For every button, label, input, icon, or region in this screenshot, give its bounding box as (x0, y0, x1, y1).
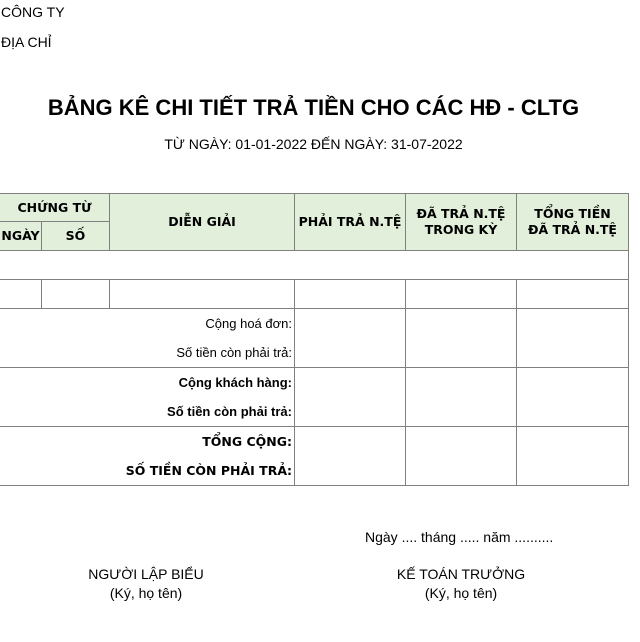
preparer-note: (Ký, họ tên) (109, 585, 183, 601)
customer-summary-labels: Cộng khách hàng: Số tiền còn phải trả: (0, 367, 295, 427)
col-number: SỐ (41, 221, 110, 251)
grand-summary-paid-period (405, 426, 517, 486)
company-label: CÔNG TY (1, 4, 65, 20)
accountant-title: KẾ TOÁN TRƯỞNG (396, 566, 526, 582)
table-row (0, 279, 629, 309)
invoice-summary-labels: Cộng hoá đơn: Số tiền còn phải trả: (0, 308, 295, 368)
grand-summary-total-paid (516, 426, 629, 486)
signature-date-line: Ngày .... tháng ..... năm .......... (365, 529, 554, 545)
col-voucher-group: CHỨNG TỪ (0, 193, 110, 222)
customer-total-label: Cộng khách hàng: (178, 375, 292, 390)
grand-summary-labels: TỔNG CỘNG: SỐ TIỀN CÒN PHẢI TRẢ: (0, 426, 295, 486)
cell-paid-fc-period (405, 279, 517, 309)
invoice-summary-payable (294, 308, 406, 368)
col-total-paid-fc: TỔNG TIỀN ĐÃ TRẢ N.TỆ (516, 193, 629, 251)
cell-payable-fc (294, 279, 406, 309)
invoice-summary-paid-period (405, 308, 517, 368)
grand-remaining-label: SỐ TIỀN CÒN PHẢI TRẢ: (125, 463, 292, 478)
preparer-signature-block: NGƯỜI LẬP BIỂU (Ký, họ tên) (56, 565, 236, 603)
customer-summary-row: Cộng khách hàng: Số tiền còn phải trả: (0, 367, 629, 427)
invoice-remaining-label: Số tiền còn phải trả: (176, 345, 292, 360)
col-paid-fc-period: ĐÃ TRẢ N.TỆ TRONG KỲ (405, 193, 517, 251)
customer-summary-total-paid (516, 367, 629, 427)
invoice-summary-row: Cộng hoá đơn: Số tiền còn phải trả: (0, 308, 629, 368)
cell-number (41, 279, 110, 309)
blank-row (0, 250, 629, 280)
customer-remaining-label: Số tiền còn phải trả: (167, 404, 292, 419)
report-title: BẢNG KÊ CHI TIẾT TRẢ TIỀN CHO CÁC HĐ - C… (47, 95, 580, 120)
report-table: CHỨNG TỪ DIỄN GIẢI PHẢI TRẢ N.TỆ ĐÃ TRẢ … (0, 193, 629, 486)
cell-description (109, 279, 295, 309)
grand-total-label: TỔNG CỘNG: (202, 434, 292, 449)
preparer-title: NGƯỜI LẬP BIỂU (88, 566, 204, 582)
customer-summary-payable (294, 367, 406, 427)
cell-date (0, 279, 42, 309)
invoice-total-label: Cộng hoá đơn: (205, 316, 292, 331)
grand-summary-payable (294, 426, 406, 486)
header-row-1: CHỨNG TỪ DIỄN GIẢI PHẢI TRẢ N.TỆ ĐÃ TRẢ … (0, 193, 629, 251)
col-description: DIỄN GIẢI (109, 193, 295, 251)
cell-total-paid-fc (516, 279, 629, 309)
col-date: NGÀY (0, 221, 42, 251)
accountant-signature-block: KẾ TOÁN TRƯỞNG (Ký, họ tên) (371, 565, 551, 603)
address-label: ĐỊA CHỈ (1, 34, 52, 50)
col-payable-fc: PHẢI TRẢ N.TỆ (294, 193, 406, 251)
report-date-range: TỪ NGÀY: 01-01-2022 ĐẾN NGÀY: 31-07-2022 (164, 136, 463, 152)
customer-summary-paid-period (405, 367, 517, 427)
invoice-summary-total-paid (516, 308, 629, 368)
accountant-note: (Ký, họ tên) (424, 585, 498, 601)
grand-summary-row: TỔNG CỘNG: SỐ TIỀN CÒN PHẢI TRẢ: (0, 426, 629, 486)
blank-cell (0, 250, 629, 280)
